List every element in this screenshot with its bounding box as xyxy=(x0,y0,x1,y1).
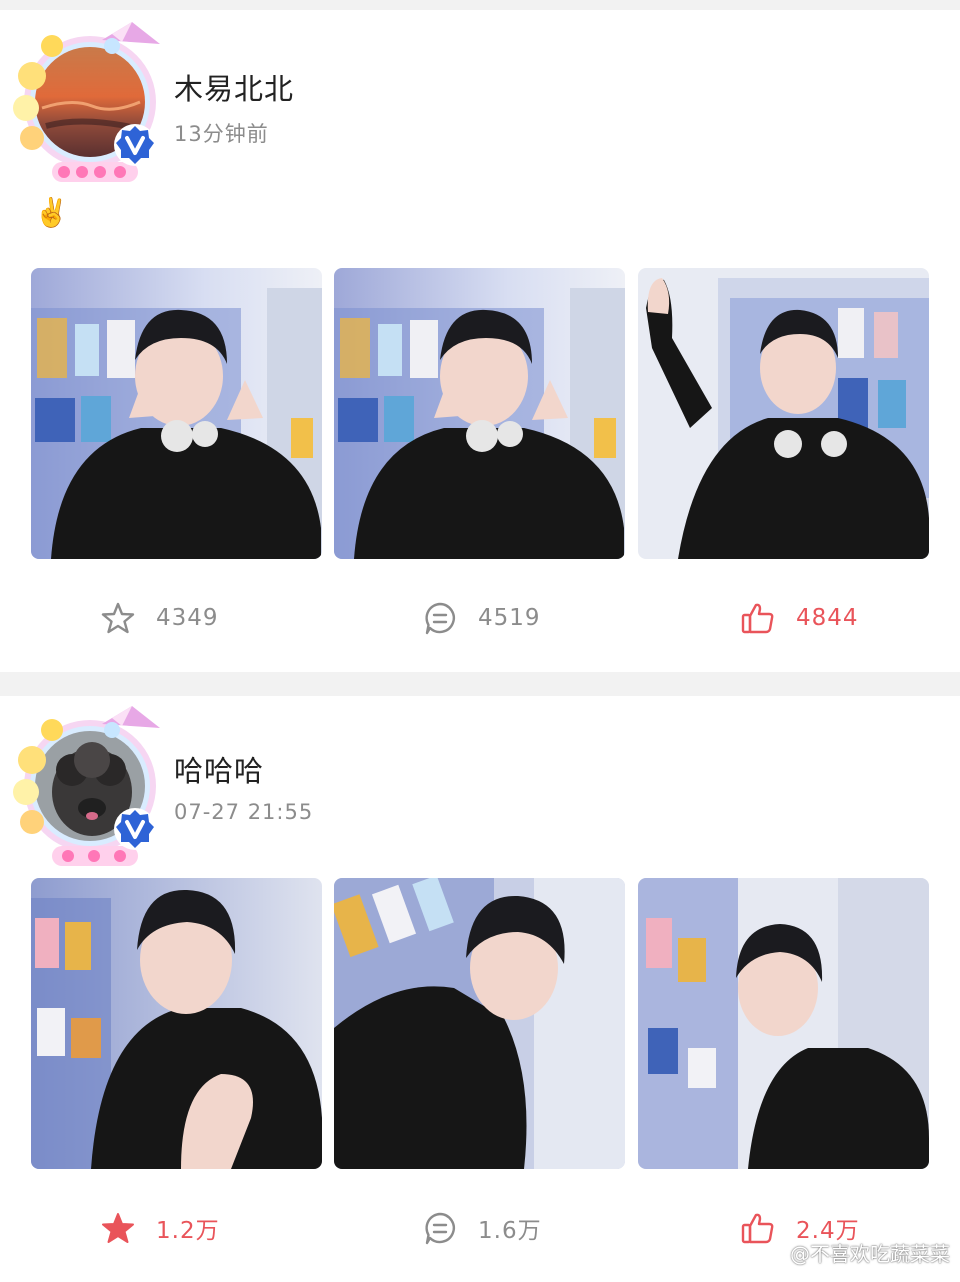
thumbs-up-active-icon xyxy=(740,600,776,636)
top-spacer xyxy=(0,0,960,10)
post-text: ✌️ xyxy=(34,196,69,229)
like-count: 4844 xyxy=(796,605,859,631)
user-avatar[interactable] xyxy=(12,700,164,868)
comment-count: 4519 xyxy=(478,605,541,631)
post-timestamp: 13分钟前 xyxy=(174,122,269,146)
post-timestamp: 07-27 21:55 xyxy=(174,800,314,824)
favorite-button[interactable]: 1.2万 xyxy=(100,1208,220,1248)
weibo-logo-icon xyxy=(752,1237,790,1268)
weibo-watermark: @不喜欢吃蔬菜菜 xyxy=(752,1237,950,1268)
verified-badge-icon xyxy=(112,122,158,168)
username[interactable]: 哈哈哈 xyxy=(174,748,264,790)
feed-post: 哈哈哈 07-27 21:55 1.2万 1.6万 2.4万 xyxy=(0,696,960,1282)
comment-count: 1.6万 xyxy=(478,1218,542,1244)
star-outline-icon xyxy=(100,600,136,636)
comment-icon xyxy=(422,600,458,636)
user-avatar[interactable] xyxy=(12,16,164,184)
post-photo[interactable] xyxy=(31,878,322,1169)
username[interactable]: 木易北北 xyxy=(174,66,294,108)
favorite-button[interactable]: 4349 xyxy=(100,598,219,638)
favorite-count: 4349 xyxy=(156,605,219,631)
star-filled-icon xyxy=(100,1210,136,1246)
verified-badge-icon xyxy=(112,806,158,852)
feed-post: 木易北北 13分钟前 ✌️ 4349 4519 4844 xyxy=(0,10,960,672)
watermark-text: @不喜欢吃蔬菜菜 xyxy=(790,1242,950,1266)
post-photo[interactable] xyxy=(334,878,625,1169)
post-photo[interactable] xyxy=(31,268,322,559)
comment-button[interactable]: 1.6万 xyxy=(422,1208,542,1248)
like-button[interactable]: 4844 xyxy=(740,598,859,638)
post-photo[interactable] xyxy=(334,268,625,559)
comment-icon xyxy=(422,1210,458,1246)
post-separator xyxy=(0,672,960,696)
post-photo[interactable] xyxy=(638,268,929,559)
comment-button[interactable]: 4519 xyxy=(422,598,541,638)
favorite-count: 1.2万 xyxy=(156,1218,220,1244)
post-photo[interactable] xyxy=(638,878,929,1169)
